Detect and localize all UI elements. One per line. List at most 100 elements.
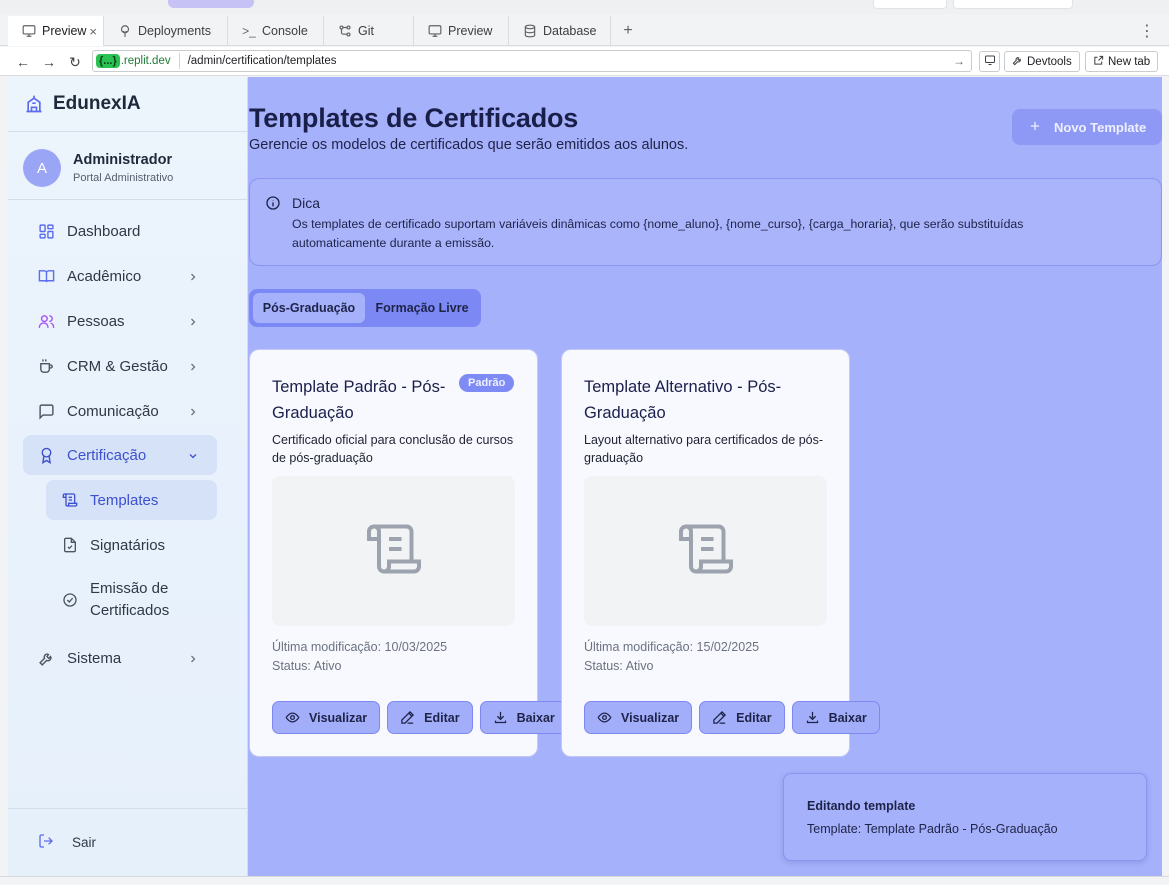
- school-building-icon: [24, 94, 44, 114]
- toast-body: Template: Template Padrão - Pós-Graduaçã…: [807, 822, 1058, 836]
- download-button[interactable]: Baixar: [479, 701, 568, 734]
- card-description: Layout alternativo para certificados de …: [584, 433, 824, 465]
- tip-title: Dica: [292, 195, 321, 211]
- brand[interactable]: EdunexIA: [24, 93, 141, 115]
- file-check-icon: [62, 537, 78, 553]
- tab-formacao-livre[interactable]: Formação Livre: [367, 293, 477, 323]
- url-host: .replit.dev: [120, 55, 171, 67]
- sidebar-item-certificacao[interactable]: Certificação: [23, 435, 217, 475]
- sidebar-subitem-signatarios[interactable]: Signatários: [46, 525, 217, 565]
- card-meta: Última modificação: 15/02/2025 Status: A…: [584, 638, 759, 676]
- deploy-icon: [118, 24, 132, 38]
- page-title: Templates de Certificados: [249, 103, 579, 133]
- view-button[interactable]: Visualizar: [272, 701, 381, 734]
- sidebar-subitem-label: Emissão de Certificados: [90, 580, 170, 619]
- scroll-icon: [364, 519, 424, 584]
- devtools-button[interactable]: Devtools: [1004, 51, 1080, 72]
- sidebar-item-label: Certificação: [67, 446, 147, 464]
- window-control[interactable]: [953, 0, 1073, 9]
- tab-label: Database: [543, 24, 597, 38]
- wrench-icon: [37, 649, 55, 667]
- user-profile[interactable]: A Administrador Portal Administrativo: [23, 149, 173, 187]
- tab-console[interactable]: >_ Console: [228, 16, 324, 46]
- card-actions: Visualizar Editar Baixar: [272, 701, 568, 734]
- sidebar-item-academico[interactable]: Acadêmico: [23, 256, 217, 296]
- new-tab-plus-icon[interactable]: +: [620, 16, 636, 46]
- wrench-icon: [1012, 55, 1023, 69]
- tab-database[interactable]: Database: [509, 16, 611, 46]
- status-text: Status: Ativo: [272, 659, 342, 673]
- chevron-down-icon: [187, 449, 199, 461]
- sidebar-item-label: Pessoas: [67, 312, 125, 330]
- sidebar-item-pessoas[interactable]: Pessoas: [23, 301, 217, 341]
- monitor-icon: [428, 24, 442, 38]
- tip-box: Dica Os templates de certificado suporta…: [249, 178, 1162, 266]
- sidebar-item-sistema[interactable]: Sistema: [23, 638, 217, 678]
- window-control[interactable]: [873, 0, 947, 9]
- award-icon: [37, 446, 55, 464]
- download-icon: [805, 710, 820, 725]
- address-bar: ← → ↻ {...} .replit.dev /admin/certifica…: [0, 47, 1169, 76]
- sidebar-subitem-label: Templates: [90, 491, 159, 509]
- status-text: Status: Ativo: [584, 659, 654, 673]
- user-name: Administrador: [73, 152, 173, 168]
- reload-icon[interactable]: ↻: [65, 52, 85, 72]
- edit-button[interactable]: Editar: [699, 701, 785, 734]
- chevron-right-icon: [187, 405, 199, 417]
- chevron-right-icon: [187, 360, 199, 372]
- sidebar-item-dashboard[interactable]: Dashboard: [23, 211, 217, 251]
- grid-icon: [37, 222, 55, 240]
- chevron-right-icon: [187, 270, 199, 282]
- brand-name: EdunexIA: [53, 93, 141, 114]
- download-button[interactable]: Baixar: [791, 701, 880, 734]
- template-card: Template Alternativo - Pós-Graduação Lay…: [561, 349, 880, 757]
- sidebar-subitem-label: Signatários: [90, 536, 166, 554]
- check-circle-icon: [62, 592, 78, 608]
- new-tab-button[interactable]: New tab: [1085, 51, 1159, 72]
- close-tab-icon[interactable]: ×: [89, 24, 97, 39]
- chevron-right-icon: [187, 315, 199, 327]
- tab-deployments[interactable]: Deployments: [104, 16, 228, 46]
- window-top-strip: [0, 0, 1169, 14]
- info-icon: [265, 195, 281, 211]
- scroll-icon: [62, 492, 78, 508]
- scroll-icon: [676, 519, 736, 584]
- view-button[interactable]: Visualizar: [584, 701, 693, 734]
- sidebar-subitem-templates[interactable]: Templates: [46, 480, 217, 520]
- tab-preview[interactable]: Preview ×: [8, 16, 104, 46]
- sidebar-item-comunicacao[interactable]: Comunicação: [23, 391, 217, 431]
- last-modified: Última modificação: 15/02/2025: [584, 640, 760, 654]
- logout-button[interactable]: Sair: [38, 833, 96, 852]
- logout-label: Sair: [72, 835, 97, 850]
- sidebar-item-crm[interactable]: CRM & Gestão: [23, 346, 217, 386]
- sidebar: EdunexIA A Administrador Portal Administ…: [8, 77, 248, 876]
- plus-icon: [1028, 119, 1042, 136]
- sidebar-item-label: CRM & Gestão: [67, 357, 168, 375]
- card-actions: Visualizar Editar Baixar: [584, 701, 880, 734]
- tab-pos-graduacao[interactable]: Pós-Graduação: [253, 293, 365, 323]
- message-square-icon: [37, 402, 55, 420]
- sidebar-subitem-emissao[interactable]: Emissão de Certificados: [46, 570, 217, 630]
- pencil-icon: [712, 710, 727, 725]
- url-path: /admin/certification/templates: [187, 55, 337, 67]
- edit-button[interactable]: Editar: [387, 701, 473, 734]
- default-badge: Padrão: [459, 374, 515, 392]
- template-thumbnail: [272, 476, 515, 626]
- tab-git[interactable]: Git: [324, 16, 414, 46]
- new-template-button[interactable]: Novo Template: [1012, 109, 1162, 145]
- forward-arrow-icon[interactable]: →: [39, 52, 59, 72]
- window-pill: [168, 0, 254, 8]
- template-thumbnail: [584, 476, 827, 626]
- card-meta: Última modificação: 10/03/2025 Status: A…: [272, 638, 447, 676]
- database-icon: [523, 24, 537, 38]
- url-field[interactable]: {...} .replit.dev /admin/certification/t…: [92, 50, 972, 72]
- more-menu-icon[interactable]: ⋮: [1139, 16, 1155, 46]
- back-arrow-icon[interactable]: ←: [13, 52, 33, 72]
- tab-preview-2[interactable]: Preview: [414, 16, 509, 46]
- chevron-right-icon: [187, 652, 199, 664]
- screen-button[interactable]: [979, 51, 1000, 72]
- go-arrow-icon[interactable]: →: [953, 54, 965, 68]
- tab-label: Deployments: [138, 24, 211, 38]
- eye-icon: [285, 710, 300, 725]
- card-title: Template Alternativo - Pós-Graduação: [584, 378, 782, 422]
